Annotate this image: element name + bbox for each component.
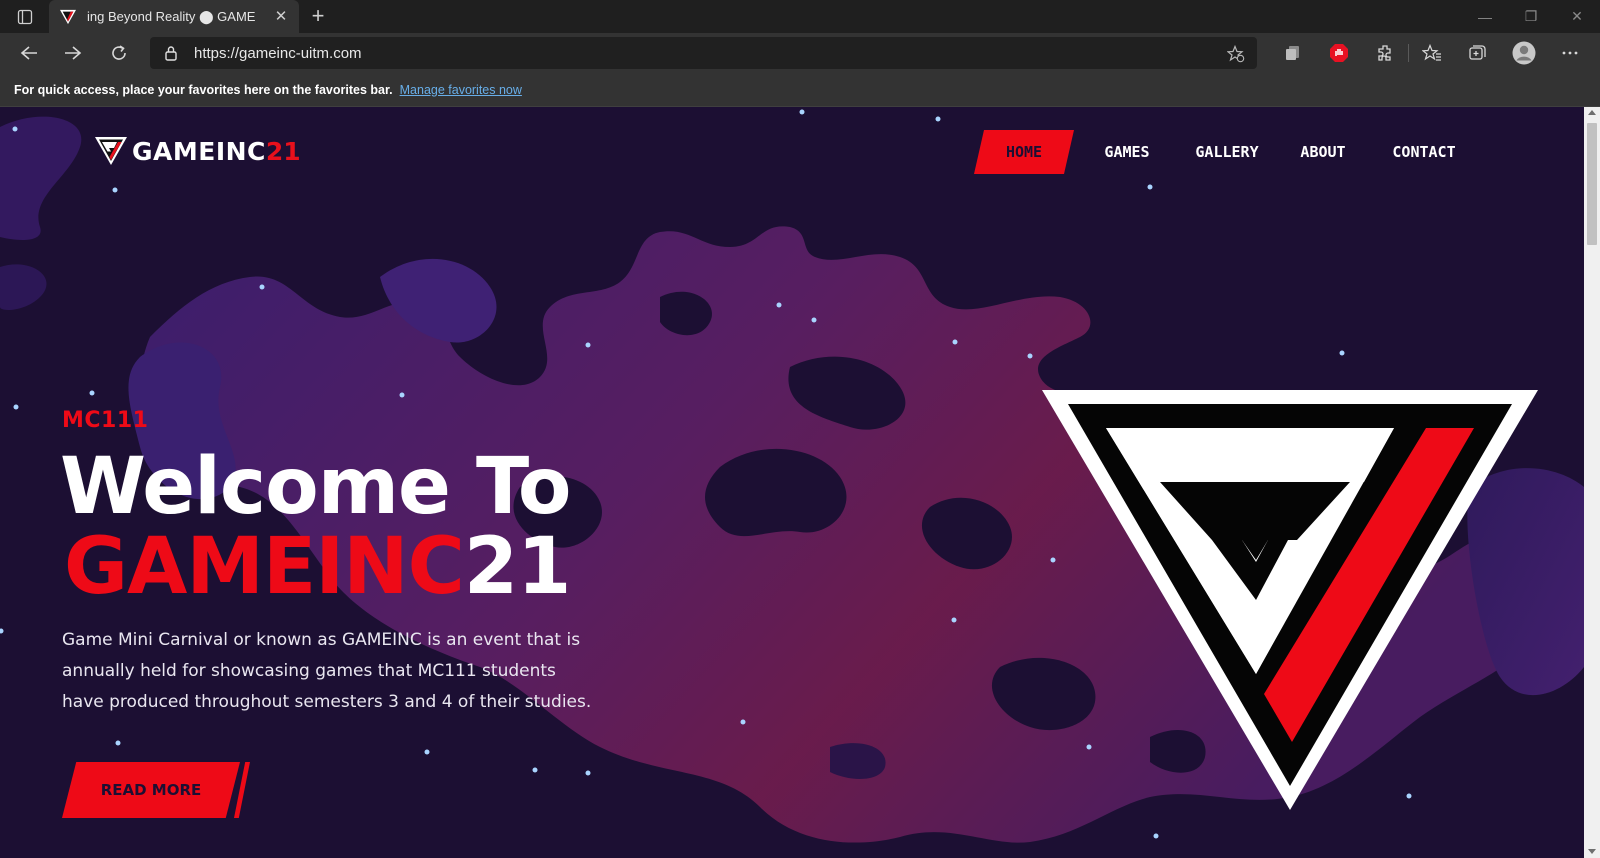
toolbar-extensions (1270, 39, 1593, 67)
favorites-bar-message: For quick access, place your favorites h… (14, 82, 393, 97)
hero-headline-white: 21 (463, 522, 572, 612)
nav-gallery[interactable]: GALLERY (1190, 130, 1264, 174)
hero-headline-line1: Welcome To (60, 442, 571, 532)
lock-icon[interactable] (164, 45, 178, 61)
page-viewport: GAMEINC 21 HOME GAMES GALLERY ABOUT CONTA… (0, 107, 1584, 858)
gameinc-emblem-icon (1042, 390, 1538, 810)
manage-favorites-link[interactable]: Manage favorites now (400, 83, 522, 97)
read-more-label: READ MORE (100, 781, 202, 799)
hero-headline-line2: GAMEINC21 (64, 522, 572, 612)
scroll-down-icon[interactable] (1588, 849, 1596, 854)
hero-kicker: MC111 (62, 408, 149, 433)
window-controls: — ❐ ✕ (1462, 0, 1600, 33)
tab-actions-icon[interactable] (10, 6, 40, 28)
forward-icon[interactable] (58, 39, 88, 67)
tab-close-icon[interactable]: ✕ (273, 8, 289, 25)
main-nav: HOME GAMES GALLERY ABOUT CONTACT (974, 130, 1464, 174)
logo-number: 21 (265, 136, 301, 166)
nav-home-label: HOME (1005, 143, 1043, 161)
back-icon[interactable] (14, 39, 44, 67)
address-bar[interactable]: https://gameinc-uitm.com (150, 37, 1257, 69)
extensions-icon[interactable] (1362, 39, 1408, 67)
favorites-bar: For quick access, place your favorites h… (0, 73, 1600, 107)
restore-icon[interactable]: ❐ (1508, 0, 1554, 33)
hero-headline-red: GAMEINC (64, 522, 465, 612)
collections-icon[interactable] (1455, 39, 1501, 67)
read-more-button[interactable]: READ MORE (62, 762, 252, 818)
more-menu-icon[interactable] (1547, 39, 1593, 67)
page-scrollbar[interactable] (1584, 107, 1600, 858)
gameinc-logo-icon (95, 137, 127, 165)
collections-extension-icon[interactable] (1270, 39, 1316, 67)
favorites-icon[interactable] (1409, 39, 1455, 67)
logo-text: GAMEINC (132, 136, 266, 166)
url-text: https://gameinc-uitm.com (194, 44, 362, 62)
scrollbar-thumb[interactable] (1587, 123, 1597, 245)
scroll-up-icon[interactable] (1588, 110, 1596, 115)
window-close-icon[interactable]: ✕ (1554, 0, 1600, 33)
nav-home[interactable]: HOME (974, 130, 1074, 174)
browser-toolbar: https://gameinc-uitm.com (0, 33, 1600, 73)
browser-tab-bar: ing Beyond Reality ⬤ GAME ✕ + — ❐ ✕ (0, 0, 1600, 33)
profile-avatar-icon[interactable] (1501, 39, 1547, 67)
nav-about[interactable]: ABOUT (1292, 130, 1354, 174)
browser-tab-active[interactable]: ing Beyond Reality ⬤ GAME ✕ (49, 0, 299, 33)
adblock-extension-icon[interactable] (1316, 39, 1362, 67)
new-tab-icon[interactable]: + (306, 5, 330, 29)
minimize-icon[interactable]: — (1462, 0, 1508, 33)
nav-contact[interactable]: CONTACT (1384, 130, 1464, 174)
hero-description: Game Mini Carnival or known as GAMEINC i… (62, 630, 592, 712)
site-logo[interactable]: GAMEINC 21 (94, 136, 301, 166)
nav-games[interactable]: GAMES (1092, 130, 1162, 174)
refresh-icon[interactable] (104, 39, 134, 67)
site-favicon-icon (60, 9, 76, 24)
add-favorite-icon[interactable] (1227, 45, 1245, 63)
tab-title: ing Beyond Reality ⬤ GAME (87, 8, 256, 24)
